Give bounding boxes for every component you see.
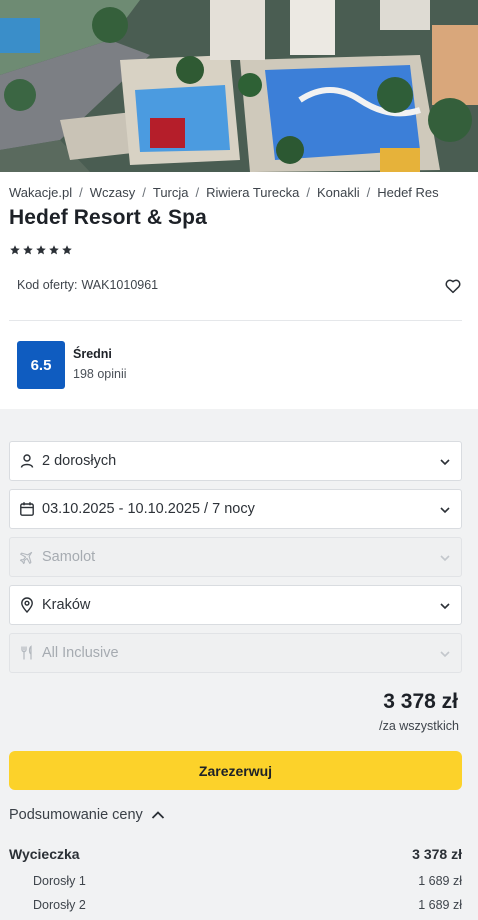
star-icon (10, 245, 20, 255)
rating-score-badge[interactable]: 6.5 (17, 341, 65, 389)
trip-price-row: Wycieczka 3 378 zł (9, 846, 462, 862)
airplane-icon (19, 551, 33, 565)
offer-code-label: Kod oferty: (17, 278, 78, 292)
chevron-down-icon (440, 507, 450, 514)
price-line-value: 1 689 zł (418, 898, 462, 912)
hotel-name: Hedef Resort & Spa (9, 206, 207, 229)
transport-value: Samolot (42, 549, 96, 565)
rating-reviews-count[interactable]: 198 opinii (73, 367, 127, 381)
breadcrumb-item-home[interactable]: Wakacje.pl (9, 185, 72, 200)
breadcrumb: Wakacje.pl / Wczasy / Turcja / Riwiera Ture… (9, 184, 478, 200)
offer-code-value: WAK1010961 (81, 278, 159, 292)
breadcrumb-item-wczasy[interactable]: Wczasy (90, 185, 136, 200)
trip-label: Wycieczka (9, 846, 80, 862)
price-summary-label: Podsumowanie ceny (9, 807, 143, 823)
trip-total: 3 378 zł (412, 846, 462, 862)
location-pin-icon (21, 597, 33, 613)
price-line-value: 1 689 zł (418, 874, 462, 888)
breadcrumb-separator: / (306, 184, 310, 200)
calendar-icon (20, 502, 34, 516)
hotel-photo[interactable] (0, 0, 478, 172)
price-line-label: Dorosły 1 (33, 874, 86, 888)
dates-select[interactable]: 03.10.2025 - 10.10.2025 / 7 nocy (9, 489, 462, 529)
transport-select: Samolot (9, 537, 462, 577)
guests-select[interactable]: 2 dorosłych (9, 441, 462, 481)
breadcrumb-item-hotel[interactable]: Hedef Res (377, 185, 438, 200)
price-line-label: Dorosły 2 (33, 898, 86, 912)
breadcrumb-separator: / (366, 184, 371, 200)
guests-value: 2 dorosłych (42, 453, 117, 469)
book-button[interactable]: Zarezerwuj (9, 751, 462, 790)
breadcrumb-separator: / (142, 184, 146, 200)
star-icon (62, 245, 72, 255)
chevron-down-icon (440, 651, 450, 658)
breadcrumb-item-city[interactable]: Konakli (317, 185, 360, 200)
chevron-down-icon (440, 555, 450, 562)
departure-value: Kraków (42, 597, 91, 613)
star-icon (49, 245, 59, 255)
total-price: 3 378 zł (383, 690, 458, 713)
dates-value: 03.10.2025 - 10.10.2025 / 7 nocy (42, 501, 255, 517)
board-select: All Inclusive (9, 633, 462, 673)
price-summary-toggle[interactable]: Podsumowanie ceny (9, 806, 165, 824)
breadcrumb-item-region[interactable]: Riwiera Turecka (206, 185, 299, 200)
chevron-down-icon (440, 603, 450, 610)
board-value: All Inclusive (42, 645, 119, 661)
star-icon (23, 245, 33, 255)
breadcrumb-separator: / (195, 184, 200, 200)
price-note: /za wszystkich (379, 719, 459, 733)
price-line-row: Dorosły 1 1 689 zł (9, 874, 462, 888)
breadcrumb-separator: / (79, 184, 83, 200)
price-line-row: Dorosły 2 1 689 zł (9, 898, 462, 912)
divider (9, 320, 462, 321)
hotel-stars (10, 245, 72, 255)
departure-select[interactable]: Kraków (9, 585, 462, 625)
rating-label: Średni (73, 347, 112, 361)
cutlery-icon (21, 645, 32, 660)
star-icon (36, 245, 46, 255)
breadcrumb-item-country[interactable]: Turcja (153, 185, 189, 200)
heart-icon[interactable] (444, 277, 462, 295)
offer-code-line: Kod oferty: WAK1010961 (17, 278, 158, 292)
chevron-up-icon (151, 811, 164, 819)
chevron-down-icon (440, 459, 450, 466)
person-icon (20, 454, 34, 468)
